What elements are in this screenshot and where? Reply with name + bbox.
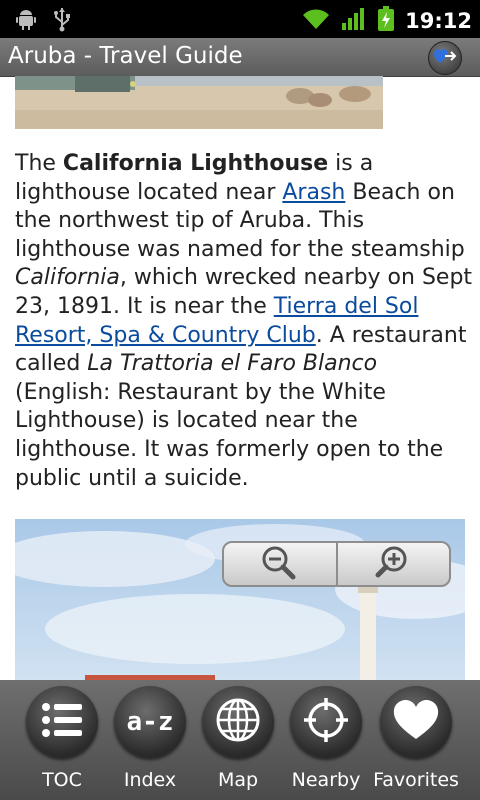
android-debug-icon bbox=[14, 7, 38, 35]
heart-icon bbox=[391, 697, 441, 747]
nav-label: Nearby bbox=[291, 769, 361, 791]
text-segment: (English: Restaurant by the White Lighth… bbox=[15, 379, 444, 491]
text-segment: The bbox=[15, 151, 63, 176]
index-button[interactable]: a-z bbox=[114, 686, 186, 758]
beach-photo bbox=[15, 76, 383, 129]
zoom-control bbox=[222, 541, 451, 587]
zoom-out-icon bbox=[260, 544, 300, 584]
map-button[interactable] bbox=[202, 686, 274, 758]
article-content[interactable]: The California Lighthouse is a lighthous… bbox=[0, 76, 480, 680]
article-text: The California Lighthouse is a lighthous… bbox=[15, 150, 473, 493]
nav-label: TOC bbox=[42, 769, 82, 791]
bottom-nav: TOC a-z Index Map Nearby Favorites bbox=[0, 680, 480, 800]
usb-icon bbox=[52, 6, 72, 36]
app-title: Aruba - Travel Guide bbox=[8, 43, 243, 69]
nav-label: Favorites bbox=[373, 769, 459, 791]
favorites-heart-icon bbox=[433, 47, 457, 69]
nav-index[interactable]: a-z Index bbox=[104, 686, 196, 791]
restaurant-name: La Trattoria el Faro Blanco bbox=[87, 351, 378, 377]
nav-nearby[interactable]: Nearby bbox=[280, 686, 372, 791]
nav-label: Map bbox=[217, 769, 259, 791]
a-z-icon: a-z bbox=[126, 707, 174, 737]
status-bar: 19:12 bbox=[0, 0, 480, 38]
nav-map[interactable]: Map bbox=[192, 686, 284, 791]
title-bar: Aruba - Travel Guide bbox=[0, 38, 480, 77]
add-favorite-button[interactable] bbox=[428, 41, 462, 75]
arash-beach-link[interactable]: Arash bbox=[282, 180, 345, 205]
nav-favorites[interactable]: Favorites bbox=[370, 686, 462, 791]
steamship-name: California bbox=[15, 265, 120, 291]
zoom-in-icon bbox=[373, 544, 413, 584]
lighthouse-name: California Lighthouse bbox=[62, 151, 329, 176]
zoom-in-button[interactable] bbox=[338, 543, 450, 585]
nav-toc[interactable]: TOC bbox=[16, 686, 108, 791]
toc-button[interactable] bbox=[26, 686, 98, 758]
wifi-icon bbox=[301, 7, 331, 35]
battery-charging-icon bbox=[377, 6, 395, 36]
globe-icon bbox=[214, 696, 262, 748]
favorites-button[interactable] bbox=[380, 686, 452, 758]
crosshair-icon bbox=[302, 696, 350, 748]
nav-label: Index bbox=[123, 769, 177, 791]
clock: 19:12 bbox=[405, 9, 472, 33]
zoom-out-button[interactable] bbox=[224, 543, 336, 585]
signal-icon bbox=[341, 7, 367, 35]
nearby-button[interactable] bbox=[290, 686, 362, 758]
list-icon bbox=[39, 700, 85, 744]
